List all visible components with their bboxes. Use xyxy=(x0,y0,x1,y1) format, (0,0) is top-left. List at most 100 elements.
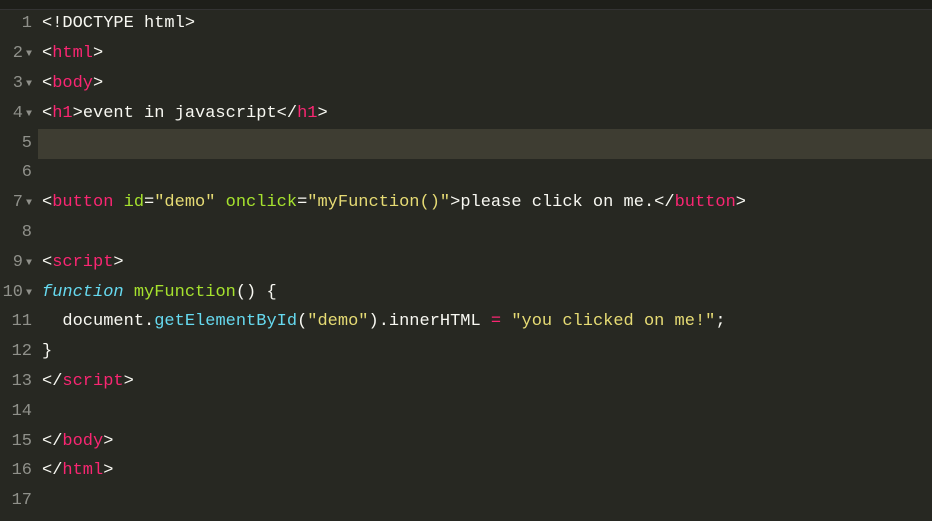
token: > xyxy=(450,189,460,218)
code-line[interactable] xyxy=(38,397,932,427)
tab-bar[interactable] xyxy=(0,0,932,10)
token: > xyxy=(73,100,83,129)
token: script xyxy=(52,249,113,278)
token: . xyxy=(144,308,154,337)
token: < xyxy=(42,100,52,129)
line-number[interactable]: 11 xyxy=(0,308,32,338)
token: please click on me. xyxy=(460,189,654,218)
token: </ xyxy=(42,368,62,397)
token: < xyxy=(42,40,52,69)
code-line[interactable] xyxy=(38,159,932,189)
token: ; xyxy=(715,308,725,337)
token: "demo" xyxy=(154,189,215,218)
token: event in javascript xyxy=(83,100,277,129)
token: getElementById xyxy=(154,308,297,337)
token xyxy=(256,279,266,308)
token: myFunction xyxy=(134,279,236,308)
code-line[interactable]: </html> xyxy=(38,457,932,487)
token: = xyxy=(144,189,154,218)
line-number[interactable]: 5 xyxy=(0,129,32,159)
token xyxy=(215,189,225,218)
code-line[interactable]: <script> xyxy=(38,248,932,278)
line-number[interactable]: 12 xyxy=(0,338,32,368)
token: button xyxy=(52,189,113,218)
token: <!DOCTYPE html> xyxy=(42,10,195,39)
line-number[interactable]: 17 xyxy=(0,487,32,517)
token: { xyxy=(266,279,276,308)
line-number[interactable]: 13 xyxy=(0,368,32,398)
token: button xyxy=(675,189,736,218)
fold-icon[interactable]: ▼ xyxy=(26,285,32,302)
gutter: 1 2▼ 3▼ 4▼ 5 6 7▼ 8 9▼ 10▼ 11 12 13 14 1… xyxy=(0,10,38,521)
line-number[interactable]: 8 xyxy=(0,219,32,249)
token: html xyxy=(62,457,103,486)
fold-icon[interactable]: ▼ xyxy=(26,46,32,63)
token: innerHTML xyxy=(389,308,481,337)
token: "demo" xyxy=(307,308,368,337)
line-number[interactable]: 3▼ xyxy=(0,70,32,100)
token: ( xyxy=(297,308,307,337)
token: > xyxy=(124,368,134,397)
code-line[interactable]: <button id="demo" onclick="myFunction()"… xyxy=(38,189,932,219)
token: = xyxy=(297,189,307,218)
token: document xyxy=(62,308,144,337)
token: > xyxy=(317,100,327,129)
fold-icon[interactable]: ▼ xyxy=(26,76,32,93)
code-editor: 1 2▼ 3▼ 4▼ 5 6 7▼ 8 9▼ 10▼ 11 12 13 14 1… xyxy=(0,10,932,521)
line-number[interactable]: 15 xyxy=(0,427,32,457)
token: } xyxy=(42,338,52,367)
token: = xyxy=(491,308,501,337)
fold-icon[interactable]: ▼ xyxy=(26,195,32,212)
token: ) xyxy=(368,308,378,337)
token: . xyxy=(379,308,389,337)
line-number[interactable]: 9▼ xyxy=(0,248,32,278)
line-number[interactable]: 6 xyxy=(0,159,32,189)
line-number[interactable]: 4▼ xyxy=(0,99,32,129)
code-line[interactable]: </script> xyxy=(38,368,932,398)
token: > xyxy=(736,189,746,218)
code-line[interactable]: <h1>event in javascript</h1> xyxy=(38,99,932,129)
code-line[interactable]: } xyxy=(38,338,932,368)
line-number[interactable]: 2▼ xyxy=(0,40,32,70)
fold-icon[interactable]: ▼ xyxy=(26,106,32,123)
token: </ xyxy=(42,457,62,486)
token: h1 xyxy=(52,100,72,129)
line-number[interactable]: 7▼ xyxy=(0,189,32,219)
token: > xyxy=(93,70,103,99)
token: script xyxy=(62,368,123,397)
token: > xyxy=(113,249,123,278)
token: function xyxy=(42,279,124,308)
token: () xyxy=(236,279,256,308)
code-line[interactable]: function myFunction() { xyxy=(38,278,932,308)
token xyxy=(481,308,491,337)
code-line[interactable]: document.getElementById("demo").innerHTM… xyxy=(38,308,932,338)
token: body xyxy=(52,70,93,99)
token: > xyxy=(103,457,113,486)
token: "you clicked on me!" xyxy=(511,308,715,337)
code-line[interactable]: <body> xyxy=(38,70,932,100)
token xyxy=(42,308,62,337)
token: > xyxy=(93,40,103,69)
token: < xyxy=(42,70,52,99)
line-number[interactable]: 16 xyxy=(0,457,32,487)
code-line[interactable]: <html> xyxy=(38,40,932,70)
line-number[interactable]: 10▼ xyxy=(0,278,32,308)
token xyxy=(113,189,123,218)
token: < xyxy=(42,189,52,218)
token: body xyxy=(62,428,103,457)
line-number[interactable]: 14 xyxy=(0,397,32,427)
fold-icon[interactable]: ▼ xyxy=(26,255,32,272)
token: </ xyxy=(654,189,674,218)
token: < xyxy=(42,249,52,278)
code-line[interactable] xyxy=(38,487,932,517)
code-line-active[interactable] xyxy=(38,129,932,159)
token: html xyxy=(52,40,93,69)
code-area[interactable]: <!DOCTYPE html> <html> <body> <h1>event … xyxy=(38,10,932,521)
code-line[interactable] xyxy=(38,219,932,249)
line-number[interactable]: 1 xyxy=(0,10,32,40)
token: onclick xyxy=(226,189,297,218)
code-line[interactable]: <!DOCTYPE html> xyxy=(38,10,932,40)
token: h1 xyxy=(297,100,317,129)
code-line[interactable]: </body> xyxy=(38,427,932,457)
token xyxy=(124,279,134,308)
